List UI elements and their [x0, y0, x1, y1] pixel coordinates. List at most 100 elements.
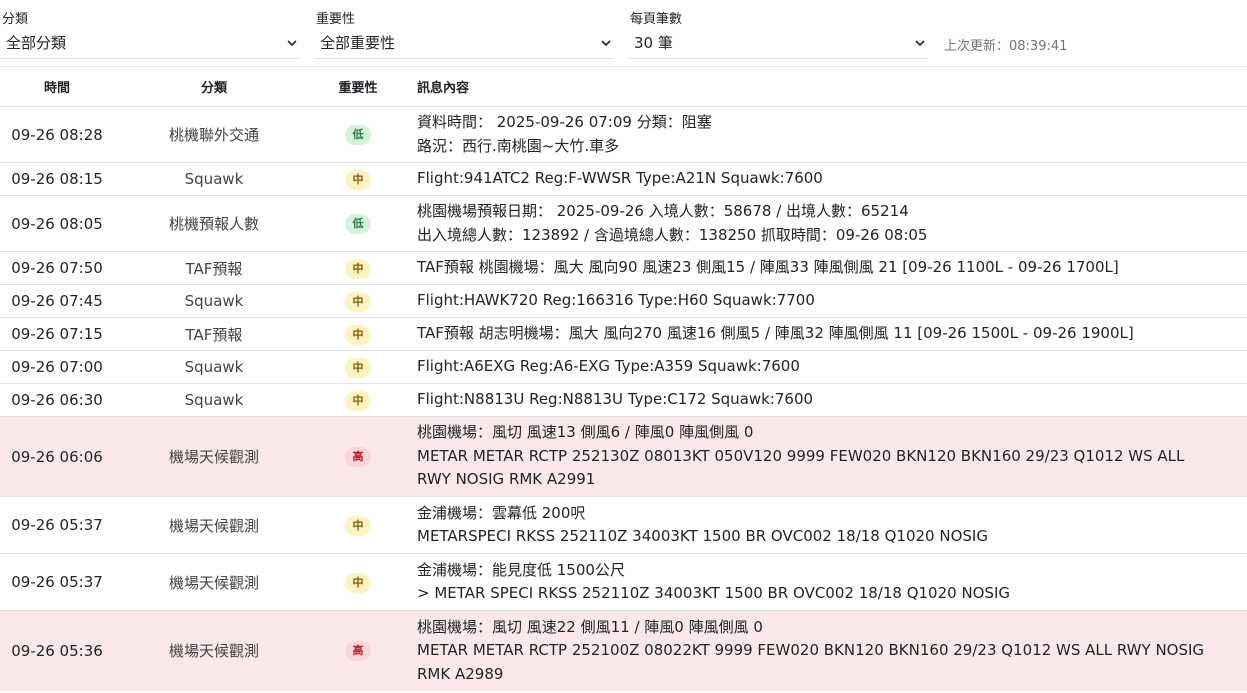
row-time: 09-26 08:28 — [0, 106, 114, 163]
header-message[interactable]: 訊息內容 — [402, 66, 1247, 107]
table-row[interactable]: 09-26 08:28 桃機聯外交通 低 資料時間： 2025-09-26 07:09… — [0, 106, 1247, 163]
row-category: 桃機預報人數 — [114, 195, 314, 252]
row-category: 機場天候觀測 — [114, 416, 314, 497]
table-header-row: 時間 分類 重要性 訊息內容 — [0, 66, 1247, 107]
last-updated-text: 上次更新：08:39:41 — [944, 39, 1068, 54]
row-importance: 高 — [314, 610, 402, 691]
message-line: 資料時間： 2025-09-26 07:09 分類：阻塞 — [417, 113, 712, 131]
row-category: Squawk — [114, 284, 314, 318]
page-size-select[interactable]: 30 筆 — [628, 28, 928, 59]
row-message: Flight:HAWK720 Reg:166316 Type:H60 Squaw… — [402, 284, 1247, 318]
row-category: Squawk — [114, 162, 314, 196]
header-category[interactable]: 分類 — [114, 66, 314, 107]
message-line: METAR METAR RCTP 252130Z 08013KT 050V120… — [417, 446, 1185, 465]
row-importance: 低 — [314, 195, 402, 252]
message-line: METARSPECI RKSS 252110Z 34003KT 1500 BR … — [417, 527, 988, 545]
category-select-value: 全部分類 — [6, 34, 67, 52]
row-message: 金浦機場：雲幕低 200呎 METARSPECI RKSS 252110Z 340… — [402, 496, 1247, 554]
row-importance: 中 — [314, 553, 402, 611]
importance-badge: 中 — [345, 291, 371, 312]
table-row[interactable]: 09-26 07:00 Squawk 中 Flight:A6EXG Reg:A6-EX… — [0, 350, 1247, 384]
page-size-filter-label: 每頁筆數 — [630, 12, 683, 27]
importance-badge: 中 — [345, 390, 371, 411]
row-importance: 中 — [314, 284, 402, 318]
row-time: 09-26 06:30 — [0, 383, 114, 417]
row-category: Squawk — [114, 350, 314, 384]
filter-bar: 分類 全部分類 重要性 全部重要性 每頁筆數 30 筆 上次更新：08:39:4… — [0, 0, 1247, 67]
row-message: 資料時間： 2025-09-26 07:09 分類：阻塞 路況：西行.南桃園~大竹… — [402, 106, 1247, 163]
table-row[interactable]: 09-26 07:50 TAF預報 中 TAF預報 桃園機場：風大 風向90 風速23… — [0, 251, 1247, 285]
message-line: Flight:HAWK720 Reg:166316 Type:H60 Squaw… — [417, 291, 815, 310]
message-line: 桃園機場預報日期： 2025-09-26 入境人數：58678 / 出境人數：6… — [417, 202, 909, 220]
row-time: 09-26 08:15 — [0, 162, 114, 196]
importance-badge: 高 — [345, 447, 371, 467]
importance-badge: 中 — [345, 572, 371, 593]
table-row[interactable]: 09-26 06:06 機場天候觀測 高 桃園機場：風切 風速13 側風6 / 陣風0… — [0, 416, 1247, 497]
row-importance: 低 — [314, 106, 402, 163]
message-line: 路況：西行.南桃園~大竹.車多 — [417, 136, 620, 155]
row-category: 機場天候觀測 — [114, 610, 314, 691]
table-row[interactable]: 09-26 08:15 Squawk 中 Flight:941ATC2 Reg:F-W… — [0, 162, 1247, 196]
table-row[interactable]: 09-26 07:15 TAF預報 中 TAF預報 胡志明機場：風大 風向270 風速… — [0, 317, 1247, 351]
table-row[interactable]: 09-26 05:37 機場天候觀測 中 金浦機場：能見度低 1500公尺 > META… — [0, 553, 1247, 611]
row-category: 機場天候觀測 — [114, 496, 314, 554]
row-category: 機場天候觀測 — [114, 553, 314, 611]
importance-badge: 中 — [345, 258, 371, 279]
message-line: RWY NOSIG RMK A2991 — [417, 470, 596, 489]
row-message: Flight:N8813U Reg:N8813U Type:C172 Squaw… — [402, 383, 1247, 417]
row-importance: 高 — [314, 416, 402, 497]
row-time: 09-26 08:05 — [0, 195, 114, 252]
message-line: Flight:A6EXG Reg:A6-EXG Type:A359 Squawk… — [417, 357, 800, 376]
row-time: 09-26 05:36 — [0, 610, 114, 691]
row-message: Flight:941ATC2 Reg:F-WWSR Type:A21N Squa… — [402, 162, 1247, 196]
importance-badge: 中 — [345, 169, 371, 190]
row-category: TAF預報 — [114, 317, 314, 351]
message-line: RMK A2989 — [417, 664, 504, 683]
row-time: 09-26 07:50 — [0, 251, 114, 285]
row-message: 金浦機場：能見度低 1500公尺 > METAR SPECI RKSS 25211… — [402, 553, 1247, 611]
row-message: 桃園機場預報日期： 2025-09-26 入境人數：58678 / 出境人數：6… — [402, 195, 1247, 252]
row-importance: 中 — [314, 350, 402, 384]
importance-badge: 低 — [345, 125, 371, 145]
message-line: Flight:N8813U Reg:N8813U Type:C172 Squaw… — [417, 390, 814, 409]
category-filter-label: 分類 — [2, 12, 29, 27]
row-time: 09-26 07:45 — [0, 284, 114, 318]
message-table: 時間 分類 重要性 訊息內容 09-26 08:28 桃機聯外交通低資料時間： 2… — [0, 66, 1247, 691]
row-message: 桃園機場：風切 風速13 側風6 / 陣風0 陣風側風 0 METAR METAR… — [402, 416, 1247, 497]
importance-filter-label: 重要性 — [316, 12, 356, 27]
table-row[interactable]: 09-26 05:37 機場天候觀測 中 金浦機場：雲幕低 200呎 METARSPEC… — [0, 496, 1247, 554]
row-time: 09-26 05:37 — [0, 553, 114, 611]
table-row[interactable]: 09-26 06:30 Squawk 中 Flight:N8813U Reg:N881… — [0, 383, 1247, 417]
table-body: 09-26 08:28 桃機聯外交通低資料時間： 2025-09-26 07:09… — [0, 106, 1247, 691]
row-importance: 中 — [314, 383, 402, 417]
row-importance: 中 — [314, 496, 402, 554]
message-line: 出入境總人數：123892 / 含過境總人數：138250 抓取時間：09-26… — [417, 225, 928, 244]
message-line: > METAR SPECI RKSS 252110Z 34003KT 1500 … — [417, 584, 1011, 602]
header-time[interactable]: 時間 — [0, 66, 114, 107]
message-line: 金浦機場：能見度低 1500公尺 — [417, 560, 625, 579]
row-category: 桃機聯外交通 — [114, 106, 314, 163]
row-time: 09-26 07:00 — [0, 350, 114, 384]
table-row[interactable]: 09-26 08:05 桃機預報人數 低 桃園機場預報日期： 2025-09-26 入… — [0, 195, 1247, 252]
row-message: 桃園機場：風切 風速22 側風11 / 陣風0 陣風側風 0 METAR META… — [402, 610, 1247, 691]
chevron-down-icon — [601, 40, 611, 47]
row-message: Flight:A6EXG Reg:A6-EXG Type:A359 Squawk… — [402, 350, 1247, 384]
importance-badge: 低 — [345, 214, 371, 234]
category-select[interactable]: 全部分類 — [0, 28, 300, 59]
chevron-down-icon — [287, 40, 297, 47]
message-line: 金浦機場：雲幕低 200呎 — [417, 503, 586, 522]
table-row[interactable]: 09-26 05:36 機場天候觀測 高 桃園機場：風切 風速22 側風11 / 陣風… — [0, 610, 1247, 691]
row-time: 09-26 05:37 — [0, 496, 114, 554]
table-row[interactable]: 09-26 07:45 Squawk 中 Flight:HAWK720 Reg:166… — [0, 284, 1247, 318]
row-importance: 中 — [314, 317, 402, 351]
header-importance[interactable]: 重要性 — [314, 66, 402, 107]
row-message: TAF預報 桃園機場：風大 風向90 風速23 側風15 / 陣風33 陣風側風… — [402, 251, 1247, 285]
importance-select[interactable]: 全部重要性 — [314, 28, 614, 59]
row-message: TAF預報 胡志明機場：風大 風向270 風速16 側風5 / 陣風32 陣風側… — [402, 317, 1247, 351]
message-line: 桃園機場：風切 風速13 側風6 / 陣風0 陣風側風 0 — [417, 423, 754, 442]
importance-badge: 中 — [345, 357, 371, 378]
row-importance: 中 — [314, 251, 402, 285]
message-line: TAF預報 桃園機場：風大 風向90 風速23 側風15 / 陣風33 陣風側風… — [417, 258, 1119, 277]
chevron-down-icon — [915, 40, 925, 47]
importance-badge: 高 — [345, 641, 371, 662]
